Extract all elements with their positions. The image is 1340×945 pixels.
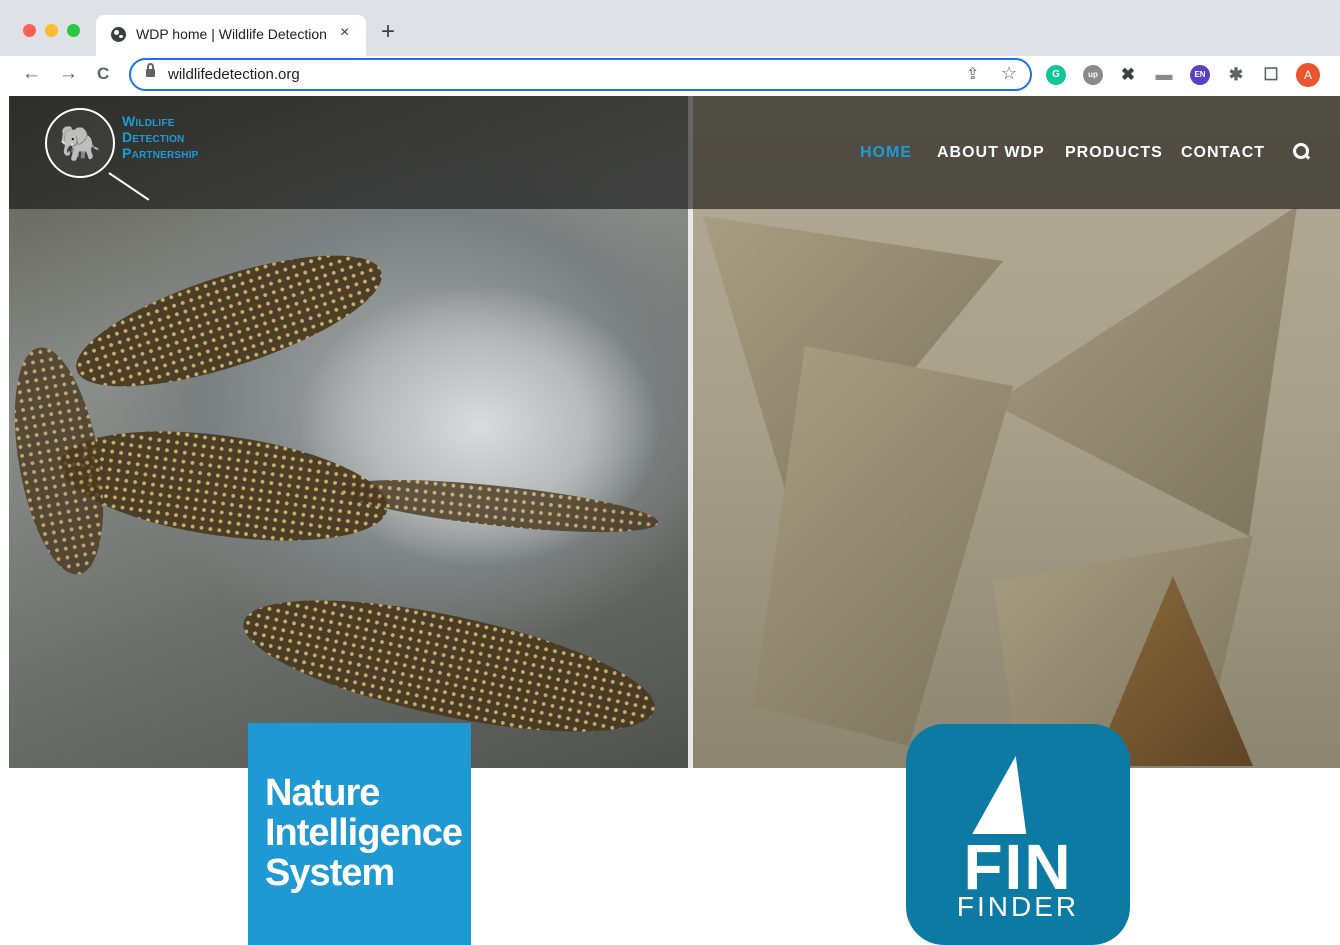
reload-button[interactable]: C bbox=[97, 62, 109, 86]
tab-title: WDP home | Wildlife Detection bbox=[136, 26, 327, 42]
url-text[interactable]: wildlifedetection.org bbox=[168, 66, 300, 83]
logo-wordmark: Wildlife Detection Partnership bbox=[122, 113, 199, 161]
web-page: 🐘 Wildlife Detection Partnership HOME AB… bbox=[9, 96, 1340, 945]
lock-icon bbox=[146, 63, 155, 77]
minimize-window-button[interactable] bbox=[45, 24, 58, 37]
address-bar[interactable]: wildlifedetection.org ⇪ ☆ bbox=[129, 58, 1032, 91]
fin-finder-sub: FINDER bbox=[956, 891, 1080, 922]
nav-home[interactable]: HOME bbox=[860, 144, 912, 162]
card-extension-icon[interactable]: ▬ bbox=[1154, 65, 1174, 85]
puzzle-icon[interactable]: ✱ bbox=[1226, 65, 1246, 85]
shark-fin-icon bbox=[972, 756, 1046, 834]
fin-finder-word: FIN bbox=[963, 831, 1073, 903]
browser-tab-bar: WDP home | Wildlife Detection × + bbox=[0, 0, 1340, 56]
en-extension-icon[interactable]: EN bbox=[1190, 65, 1210, 85]
upwork-icon[interactable]: up bbox=[1083, 65, 1103, 85]
forward-button[interactable]: → bbox=[59, 62, 78, 86]
magnifier-logo-icon: 🐘 bbox=[45, 108, 115, 178]
close-window-button[interactable] bbox=[23, 24, 36, 37]
share-icon[interactable]: ⇪ bbox=[966, 64, 979, 84]
grammarly-icon[interactable]: G bbox=[1046, 65, 1066, 85]
site-logo[interactable]: 🐘 Wildlife Detection Partnership bbox=[45, 108, 225, 201]
nav-contact[interactable]: CONTACT bbox=[1181, 144, 1265, 162]
bookmark-star-icon[interactable]: ☆ bbox=[1001, 63, 1017, 84]
fin-finder-logo[interactable]: FIN FINDER bbox=[906, 724, 1130, 945]
cross-extension-icon[interactable]: ✖ bbox=[1118, 65, 1138, 85]
maximize-window-button[interactable] bbox=[67, 24, 80, 37]
new-tab-button[interactable]: + bbox=[381, 19, 395, 45]
back-button[interactable]: ← bbox=[22, 62, 41, 86]
profile-avatar[interactable]: A bbox=[1296, 63, 1320, 87]
nav-products[interactable]: PRODUCTS bbox=[1065, 144, 1163, 162]
nature-intelligence-system-logo[interactable]: Nature Intelligence System bbox=[248, 723, 471, 945]
search-icon[interactable] bbox=[1292, 142, 1310, 160]
active-tab[interactable]: WDP home | Wildlife Detection × bbox=[96, 15, 366, 56]
site-header: 🐘 Wildlife Detection Partnership HOME AB… bbox=[9, 96, 1340, 209]
globe-icon bbox=[111, 27, 126, 42]
tab-close-icon[interactable]: × bbox=[340, 24, 349, 42]
hero-banner: 🐘 Wildlife Detection Partnership HOME AB… bbox=[9, 96, 1340, 768]
side-panel-icon[interactable]: ☐ bbox=[1261, 65, 1281, 85]
magnifier-handle bbox=[108, 172, 150, 201]
nav-about-wdp[interactable]: ABOUT WDP bbox=[937, 144, 1045, 162]
browser-toolbar: ← → C wildlifedetection.org ⇪ ☆ G up ✖ ▬… bbox=[0, 56, 1340, 96]
